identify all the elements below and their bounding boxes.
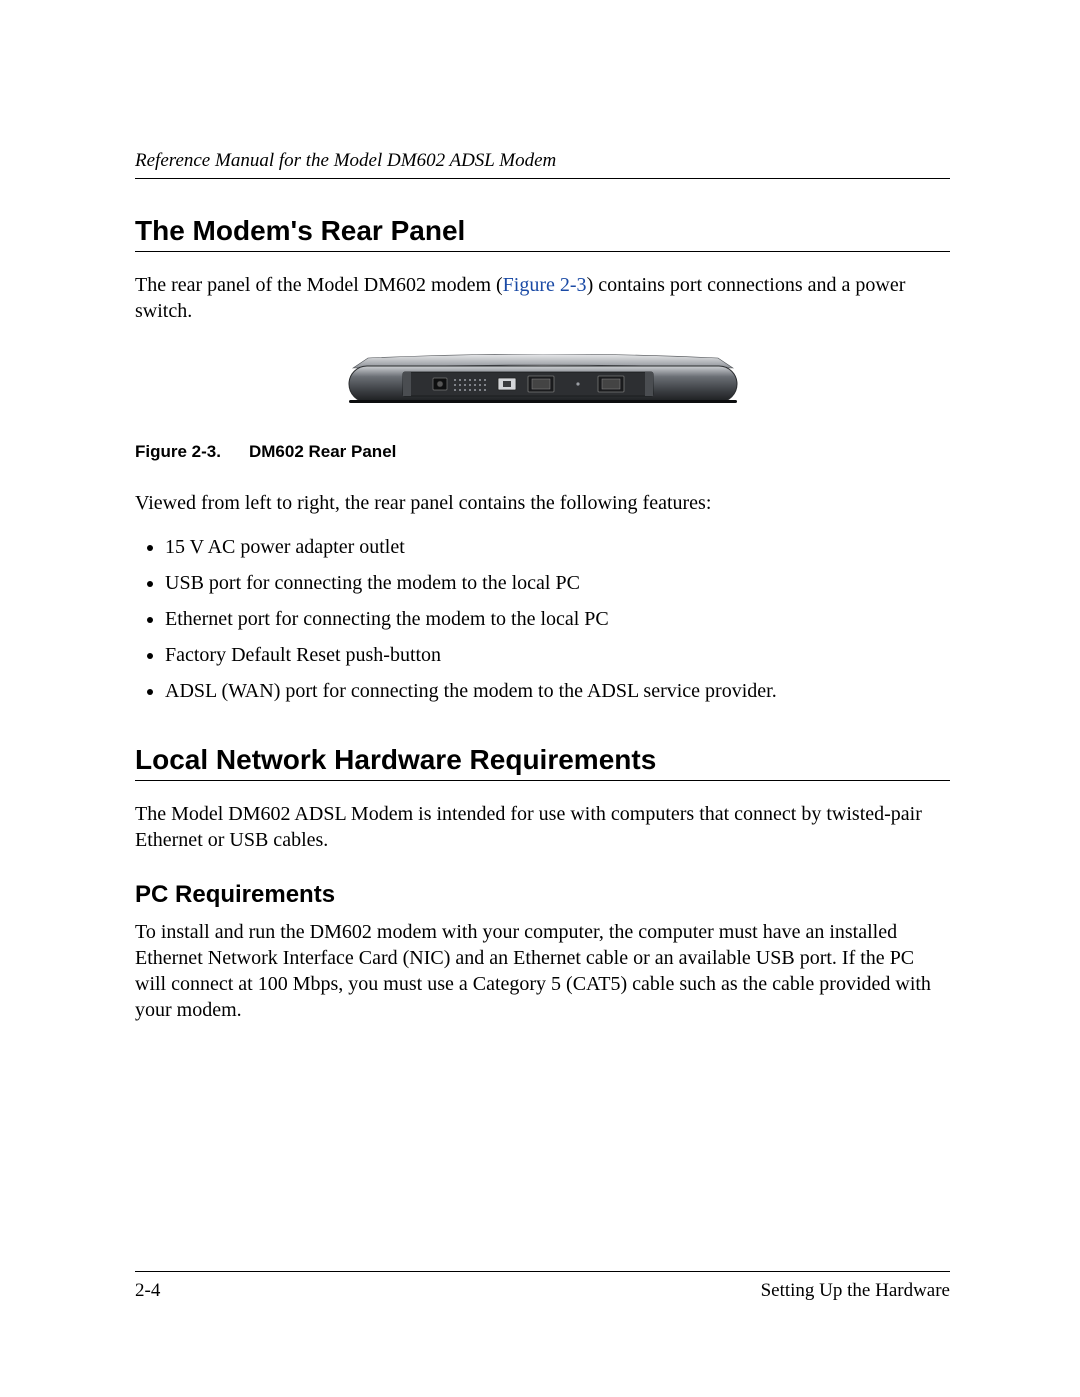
section-heading-local-network: Local Network Hardware Requirements [135,744,950,781]
figure-number: Figure 2-3. [135,442,221,461]
running-header: Reference Manual for the Model DM602 ADS… [135,150,950,179]
subsection-heading-pc-requirements: PC Requirements [135,881,950,909]
modem-rear-panel-illustration [343,354,743,409]
rear-panel-feature-list: 15 V AC power adapter outlet USB port fo… [135,534,950,704]
page-footer: 2-4 Setting Up the Hardware [135,1271,950,1302]
list-item: Ethernet port for connecting the modem t… [165,606,950,632]
chapter-name: Setting Up the Hardware [761,1280,950,1302]
list-item: USB port for connecting the modem to the… [165,570,950,596]
intro-text-pre: The rear panel of the Model DM602 modem … [135,274,503,296]
local-network-intro: The Model DM602 ADSL Modem is intended f… [135,801,950,853]
rear-panel-intro: The rear panel of the Model DM602 modem … [135,272,950,324]
figure-title: DM602 Rear Panel [249,442,396,461]
page-number: 2-4 [135,1280,160,1302]
list-item: Factory Default Reset push-button [165,642,950,668]
document-page: Reference Manual for the Model DM602 ADS… [0,0,1080,1397]
figure-rear-panel [135,354,950,414]
list-item: ADSL (WAN) port for connecting the modem… [165,678,950,704]
figure-caption: Figure 2-3. DM602 Rear Panel [135,442,950,462]
list-item: 15 V AC power adapter outlet [165,534,950,560]
pc-requirements-body: To install and run the DM602 modem with … [135,919,950,1023]
features-intro: Viewed from left to right, the rear pane… [135,490,950,516]
figure-cross-reference-link[interactable]: Figure 2-3 [503,274,587,296]
section-heading-rear-panel: The Modem's Rear Panel [135,215,950,252]
